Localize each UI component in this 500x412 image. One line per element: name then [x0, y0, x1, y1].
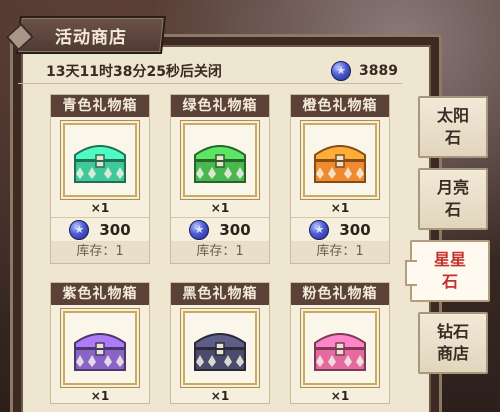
tab-label: 月亮石 [436, 178, 469, 219]
star-stone-icon [309, 219, 330, 240]
shop-item-card[interactable]: 绿色礼物箱 ×1 300 库存：1 [170, 94, 270, 264]
item-quantity: ×1 [210, 201, 230, 215]
item-price: 300 [99, 220, 131, 239]
item-frame [303, 311, 377, 385]
shop-item-card[interactable]: 橙色礼物箱 ×1 300 库存：1 [290, 94, 390, 264]
tab-label: 太阳石 [436, 106, 469, 147]
item-frame [183, 123, 257, 197]
gift-box-icon [314, 333, 366, 371]
info-bar: 13天11时38分25秒后关闭 3889 [18, 58, 402, 84]
countdown-timer: 13天11时38分25秒后关闭 [46, 63, 222, 80]
price-row: 300 [171, 217, 269, 241]
item-frame [303, 123, 377, 197]
item-price: 300 [339, 220, 371, 239]
item-price: 300 [219, 220, 251, 239]
shop-item-card[interactable]: 紫色礼物箱 ×1 [50, 282, 150, 404]
title-banner: 活动商店 [16, 16, 166, 54]
item-name: 橙色礼物箱 [291, 95, 389, 117]
item-name: 粉色礼物箱 [291, 283, 389, 305]
gift-box-icon [194, 145, 246, 183]
item-stock: 库存：1 [171, 241, 269, 263]
item-quantity: ×1 [210, 389, 230, 403]
star-stone-icon [189, 219, 210, 240]
item-quantity: ×1 [330, 389, 350, 403]
currency-value: 3889 [359, 62, 398, 79]
tab-label: 星星石 [433, 250, 466, 291]
shop-item-card[interactable]: 粉色礼物箱 ×1 [290, 282, 390, 404]
gift-box-icon [314, 145, 366, 183]
tab-sun-stone[interactable]: 太阳石 [418, 96, 488, 158]
item-quantity: ×1 [90, 389, 110, 403]
shop-item-card[interactable]: 黑色礼物箱 ×1 [170, 282, 270, 404]
gift-box-icon [74, 145, 126, 183]
tab-label: 钻石 商店 [436, 322, 469, 363]
page-title: 活动商店 [55, 27, 127, 48]
price-row: 300 [291, 217, 389, 241]
tab-star-stone[interactable]: 星星石 [405, 240, 490, 302]
price-row: 300 [51, 217, 149, 241]
item-stock: 库存：1 [291, 241, 389, 263]
gift-box-icon [194, 333, 246, 371]
gift-box-icon [74, 333, 126, 371]
star-stone-icon [331, 60, 352, 81]
item-frame [63, 311, 137, 385]
item-name: 青色礼物箱 [51, 95, 149, 117]
tab-moon-stone[interactable]: 月亮石 [418, 168, 488, 230]
item-quantity: ×1 [90, 201, 110, 215]
shop-item-card[interactable]: 青色礼物箱 ×1 300 库存：1 [50, 94, 150, 264]
item-name: 紫色礼物箱 [51, 283, 149, 305]
tab-diamond-shop[interactable]: 钻石 商店 [418, 312, 488, 374]
star-stone-icon [69, 219, 90, 240]
item-stock: 库存：1 [51, 241, 149, 263]
item-name: 黑色礼物箱 [171, 283, 269, 305]
currency-display: 3889 [331, 60, 402, 81]
item-frame [183, 311, 257, 385]
item-name: 绿色礼物箱 [171, 95, 269, 117]
item-quantity: ×1 [330, 201, 350, 215]
item-frame [63, 123, 137, 197]
